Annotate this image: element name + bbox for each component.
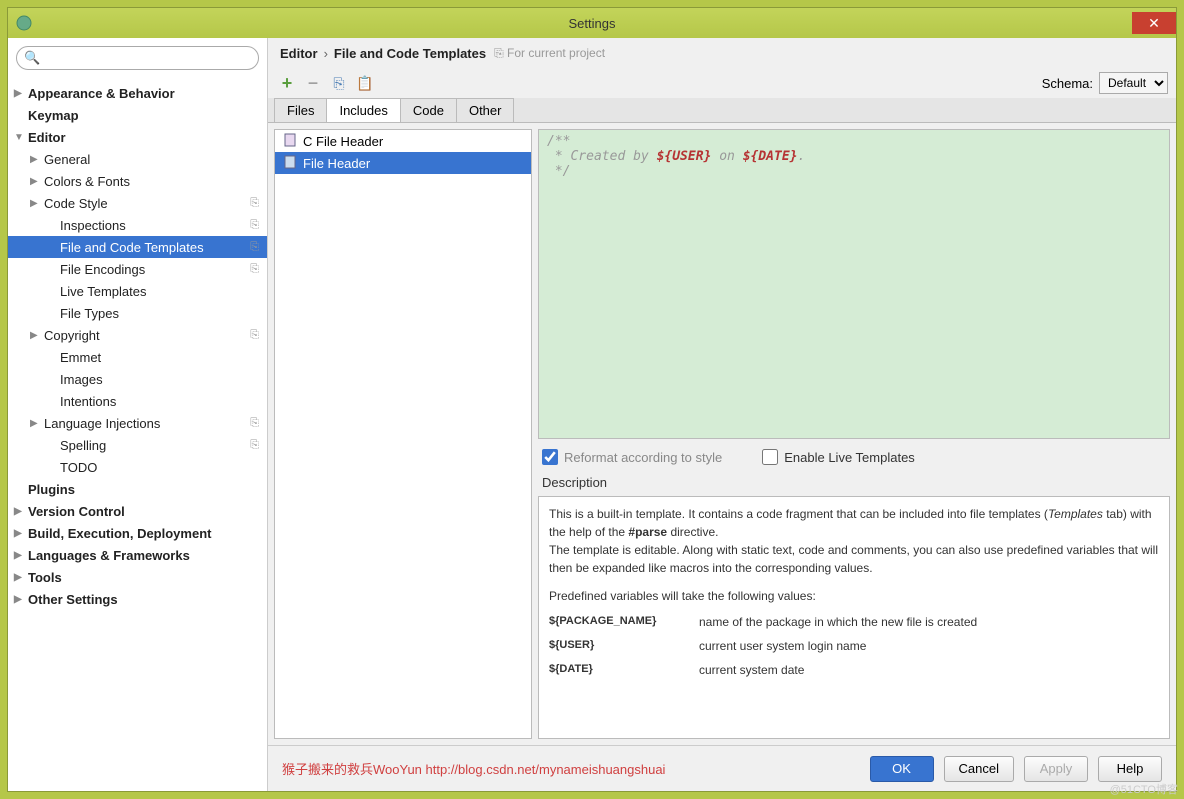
tree-item-keymap[interactable]: Keymap <box>8 104 267 126</box>
toolbar: + − ⎘ 📋 Schema: Default <box>268 68 1176 98</box>
tree-item-other-settings[interactable]: ▶Other Settings <box>8 588 267 610</box>
expand-arrow-icon: ▶ <box>30 154 38 165</box>
tab-code[interactable]: Code <box>400 98 457 122</box>
description-label: Description <box>538 475 1170 490</box>
expand-arrow-icon: ▶ <box>14 572 22 583</box>
description-box: This is a built-in template. It contains… <box>538 496 1170 739</box>
app-icon <box>16 15 32 31</box>
corner-watermark: @51CTO博客 <box>1110 781 1178 797</box>
breadcrumb: Editor › File and Code Templates ⎘ For c… <box>268 38 1176 68</box>
tree-item-languages-frameworks[interactable]: ▶Languages & Frameworks <box>8 544 267 566</box>
ok-button[interactable]: OK <box>870 756 934 782</box>
reformat-checkbox[interactable]: Reformat according to style <box>542 449 722 465</box>
list-item[interactable]: File Header <box>275 152 531 174</box>
expand-arrow-icon: ▶ <box>30 176 38 187</box>
scope-icon: ⎘ <box>250 263 259 276</box>
scope-icon: ⎘ <box>250 241 259 254</box>
close-button[interactable]: ✕ <box>1132 12 1176 34</box>
tab-includes[interactable]: Includes <box>326 98 400 122</box>
scope-icon: ⎘ <box>250 329 259 342</box>
tree-item-file-and-code-templates[interactable]: File and Code Templates⎘ <box>8 236 267 258</box>
apply-button[interactable]: Apply <box>1024 756 1088 782</box>
expand-arrow-icon: ▶ <box>14 528 22 539</box>
tree-item-inspections[interactable]: Inspections⎘ <box>8 214 267 236</box>
file-icon <box>283 155 297 172</box>
template-list: C File HeaderFile Header <box>274 129 532 739</box>
expand-arrow-icon: ▶ <box>14 550 22 561</box>
schema-label: Schema: <box>1042 76 1093 91</box>
template-tabs: FilesIncludesCodeOther <box>268 98 1176 123</box>
titlebar: Settings ✕ <box>8 8 1176 38</box>
tree-item-appearance-behavior[interactable]: ▶Appearance & Behavior <box>8 82 267 104</box>
tree-item-copyright[interactable]: ▶Copyright⎘ <box>8 324 267 346</box>
variable-row: ${DATE}current system date <box>549 661 1159 679</box>
schema-select[interactable]: Default <box>1099 72 1168 94</box>
scope-icon: ⎘ <box>250 417 259 430</box>
copy-button[interactable]: ⎘ <box>328 72 350 94</box>
tree-item-file-types[interactable]: File Types <box>8 302 267 324</box>
remove-button[interactable]: − <box>302 72 324 94</box>
template-action-button[interactable]: 📋 <box>354 72 376 94</box>
tree-item-intentions[interactable]: Intentions <box>8 390 267 412</box>
tree-item-code-style[interactable]: ▶Code Style⎘ <box>8 192 267 214</box>
live-templates-checkbox[interactable]: Enable Live Templates <box>762 449 915 465</box>
tree-item-editor[interactable]: ▼Editor <box>8 126 267 148</box>
tree-item-todo[interactable]: TODO <box>8 456 267 478</box>
template-editor[interactable]: /** * Created by ${USER} on ${DATE}. */ <box>538 129 1170 439</box>
expand-arrow-icon: ▶ <box>14 88 22 99</box>
tree-item-colors-fonts[interactable]: ▶Colors & Fonts <box>8 170 267 192</box>
settings-sidebar: 🔍 ▶Appearance & BehaviorKeymap▼Editor▶Ge… <box>8 38 268 791</box>
tab-files[interactable]: Files <box>274 98 327 122</box>
expand-arrow-icon: ▶ <box>14 506 22 517</box>
help-button[interactable]: Help <box>1098 756 1162 782</box>
settings-tree: ▶Appearance & BehaviorKeymap▼Editor▶Gene… <box>8 78 267 791</box>
search-icon: 🔍 <box>24 50 40 66</box>
expand-arrow-icon: ▶ <box>30 330 38 341</box>
tree-item-general[interactable]: ▶General <box>8 148 267 170</box>
cancel-button[interactable]: Cancel <box>944 756 1014 782</box>
window-title: Settings <box>569 16 616 31</box>
breadcrumb-editor[interactable]: Editor <box>280 46 318 61</box>
expand-arrow-icon: ▶ <box>14 594 22 605</box>
scope-icon: ⎘ <box>250 197 259 210</box>
tree-item-spelling[interactable]: Spelling⎘ <box>8 434 267 456</box>
project-scope-hint: ⎘ For current project <box>494 46 605 61</box>
expand-arrow-icon: ▶ <box>30 198 38 209</box>
watermark-text: 猴子搬来的救兵WooYun http://blog.csdn.net/mynam… <box>282 759 665 778</box>
tree-item-emmet[interactable]: Emmet <box>8 346 267 368</box>
scope-icon: ⎘ <box>250 219 259 232</box>
search-input[interactable] <box>16 46 259 70</box>
tree-item-version-control[interactable]: ▶Version Control <box>8 500 267 522</box>
tree-item-live-templates[interactable]: Live Templates <box>8 280 267 302</box>
variable-row: ${PACKAGE_NAME}name of the package in wh… <box>549 613 1159 631</box>
expand-arrow-icon: ▶ <box>30 418 38 429</box>
add-button[interactable]: + <box>276 72 298 94</box>
file-icon <box>283 133 297 150</box>
tree-item-language-injections[interactable]: ▶Language Injections⎘ <box>8 412 267 434</box>
tab-other[interactable]: Other <box>456 98 515 122</box>
tree-item-file-encodings[interactable]: File Encodings⎘ <box>8 258 267 280</box>
tree-item-build-execution-deployment[interactable]: ▶Build, Execution, Deployment <box>8 522 267 544</box>
breadcrumb-templates: File and Code Templates <box>334 46 486 61</box>
tree-item-images[interactable]: Images <box>8 368 267 390</box>
tree-item-tools[interactable]: ▶Tools <box>8 566 267 588</box>
scope-icon: ⎘ <box>250 439 259 452</box>
list-item[interactable]: C File Header <box>275 130 531 152</box>
variable-row: ${USER}current user system login name <box>549 637 1159 655</box>
tree-item-plugins[interactable]: Plugins <box>8 478 267 500</box>
expand-arrow-icon: ▼ <box>14 132 24 143</box>
